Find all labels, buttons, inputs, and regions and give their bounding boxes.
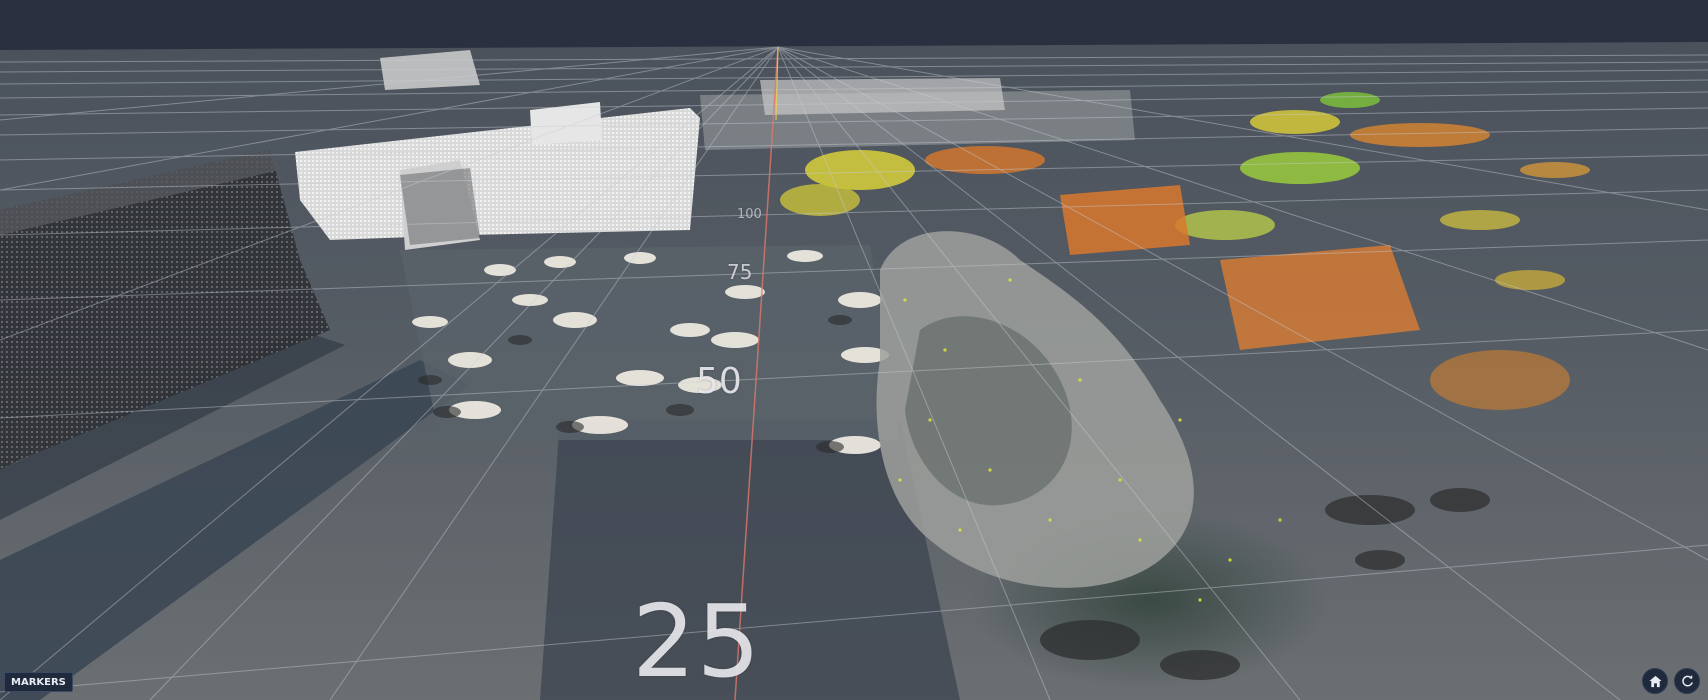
tree-green-1 <box>1240 152 1360 184</box>
tree-yellow-5 <box>1495 270 1565 290</box>
home-button[interactable] <box>1642 668 1668 694</box>
reset-view-button[interactable] <box>1674 668 1700 694</box>
tree-orange-3 <box>1350 123 1490 147</box>
tree-green-2 <box>1320 92 1380 108</box>
tree-orange-1 <box>1060 185 1190 255</box>
markers-button[interactable]: MARKERS <box>4 672 73 692</box>
point-cloud-viewport[interactable]: 100 75 50 25 MARKERS <box>0 0 1708 700</box>
point-cloud-scene[interactable] <box>0 0 1708 700</box>
building-dark-panel <box>400 168 480 245</box>
tree-green-3 <box>1175 210 1275 240</box>
tree-yellow-1 <box>805 150 915 190</box>
home-icon <box>1648 675 1662 687</box>
tree-yellow-4 <box>1440 210 1520 230</box>
tree-orange-5 <box>1520 162 1590 178</box>
tree-orange-4 <box>1430 350 1570 410</box>
reset-view-icon <box>1681 674 1693 686</box>
tree-yellow-2 <box>780 184 860 216</box>
